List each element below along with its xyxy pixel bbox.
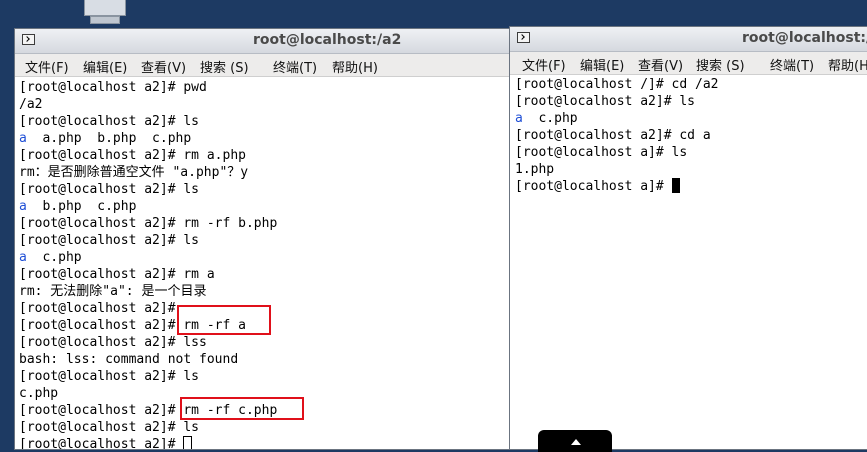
terminal-text: [root@localhost a2]# rm a.php — [19, 148, 246, 163]
terminal-line: a b.php c.php — [19, 198, 510, 215]
menu-search[interactable]: 搜索 (S) — [696, 55, 745, 74]
computer-desktop-icon[interactable] — [78, 0, 130, 26]
terminal-line: [root@localhost a2]# cd a — [515, 127, 867, 144]
terminal-line: [root@localhost /]# cd /a2 — [515, 76, 867, 93]
terminal-line: a c.php — [515, 110, 867, 127]
terminal-text: [root@localhost a2]# — [19, 301, 176, 316]
terminal-output[interactable]: [root@localhost /]# cd /a2 [root@localhos… — [512, 76, 867, 449]
terminal-line: rm: 无法删除"a": 是一个目录 — [19, 283, 510, 300]
monitor-base — [90, 16, 120, 24]
menubar: 文件(F) 编辑(E) 查看(V) 搜索 (S) 终端(T) 帮助(H) — [510, 52, 867, 75]
terminal-line: [root@localhost a2]# — [19, 436, 510, 449]
terminal-text: [root@localhost a2]# rm -rf b.php — [19, 216, 278, 231]
terminal-text: [root@localhost a2]# ls — [19, 420, 200, 435]
terminal-line: [root@localhost a2]# rm a.php — [19, 147, 510, 164]
terminal-line: [root@localhost a2]# pwd — [19, 79, 510, 96]
terminal-text: [root@localhost a]# ls — [515, 145, 688, 160]
terminal-text: /a2 — [19, 97, 43, 112]
menu-help[interactable]: 帮助(H) — [332, 57, 378, 76]
terminal-line: [root@localhost a2]# ls — [19, 181, 510, 198]
terminal-line: bash: lss: command not found — [19, 351, 510, 368]
text-cursor — [183, 436, 193, 449]
terminal-line: [root@localhost a2]# rm a — [19, 266, 510, 283]
directory-entry: a — [515, 111, 523, 126]
menu-search[interactable]: 搜索 (S) — [200, 57, 249, 76]
menu-help[interactable]: 帮助(H) — [828, 55, 867, 74]
terminal-text: c.php — [522, 111, 578, 126]
highlight-box-rm-rf-a — [177, 305, 271, 335]
terminal-text: [root@localhost a2]# ls — [515, 94, 696, 109]
terminal-text: rm：是否删除普通空文件 "a.php"？y — [19, 165, 249, 180]
terminal-line: /a2 — [19, 96, 510, 113]
terminal-text: [root@localhost a2]# ls — [19, 369, 200, 384]
directory-entry: a — [19, 131, 27, 146]
terminal-line: [root@localhost a2]# ls — [19, 232, 510, 249]
terminal-line: [root@localhost a2]# ls — [19, 113, 510, 130]
titlebar[interactable]: root@localhost:/a — [510, 27, 867, 52]
terminal-text: [root@localhost a2]# lss — [19, 335, 207, 350]
directory-entry: a — [19, 250, 27, 265]
terminal-text: c.php — [19, 386, 59, 401]
terminal-icon — [517, 32, 530, 43]
highlight-box-rm-rf-c-php — [180, 397, 304, 420]
terminal-output[interactable]: [root@localhost a2]# pwd/a2 [root@localho… — [17, 79, 510, 449]
menu-edit[interactable]: 编辑(E) — [83, 57, 127, 76]
terminal-line: [root@localhost a2]# rm -rf b.php — [19, 215, 510, 232]
menu-edit[interactable]: 编辑(E) — [580, 55, 624, 74]
titlebar[interactable]: root@localhost:/a2 — [15, 29, 512, 54]
panel-arrow-button[interactable] — [538, 430, 612, 452]
menu-file[interactable]: 文件(F) — [522, 55, 566, 74]
monitor-screen — [84, 0, 126, 16]
terminal-text: a.php b.php c.php — [26, 131, 192, 146]
terminal-line: [root@localhost a2]# ls — [515, 93, 867, 110]
terminal-text: bash: lss: command not found — [19, 352, 239, 367]
terminal-text: [root@localhost a2]# pwd — [19, 80, 207, 95]
terminal-line: [root@localhost a]# — [515, 178, 867, 195]
terminal-text: [root@localhost a]# — [515, 179, 672, 194]
terminal-line: [root@localhost a2]# ls — [19, 368, 510, 385]
menu-view[interactable]: 查看(V) — [638, 55, 683, 74]
terminal-window-left[interactable]: root@localhost:/a2 文件(F) 编辑(E) 查看(V) 搜索 … — [14, 28, 513, 450]
terminal-text: [root@localhost a2]# ls — [19, 114, 200, 129]
terminal-text: rm: 无法删除"a": 是一个目录 — [19, 284, 207, 299]
terminal-text: 1.php — [515, 162, 555, 177]
terminal-line: a c.php — [19, 249, 510, 266]
terminal-line: [root@localhost a2]# lss — [19, 334, 510, 351]
terminal-line: [root@localhost a]# ls — [515, 144, 867, 161]
text-cursor — [671, 178, 680, 193]
terminal-line: a a.php b.php c.php — [19, 130, 510, 147]
terminal-text: [root@localhost a2]# cd a — [515, 128, 711, 143]
menu-terminal[interactable]: 终端(T) — [770, 55, 814, 74]
directory-entry: a — [19, 199, 27, 214]
terminal-text: [root@localhost a2]# rm a — [19, 267, 215, 282]
terminal-line: [root@localhost a2]# ls — [19, 419, 510, 436]
terminal-window-right[interactable]: root@localhost:/a 文件(F) 编辑(E) 查看(V) 搜索 (… — [509, 26, 867, 450]
terminal-text: [root@localhost a2]# ls — [19, 233, 200, 248]
terminal-text: [root@localhost /]# cd /a2 — [515, 77, 719, 92]
window-title: root@localhost:/a — [742, 30, 867, 46]
terminal-icon — [22, 34, 35, 45]
menu-file[interactable]: 文件(F) — [25, 57, 69, 76]
terminal-text: [root@localhost a2]# ls — [19, 182, 200, 197]
terminal-text: b.php c.php — [26, 199, 137, 214]
menu-terminal[interactable]: 终端(T) — [273, 57, 317, 76]
terminal-line: 1.php — [515, 161, 867, 178]
terminal-text: c.php — [26, 250, 82, 265]
terminal-text: [root@localhost a2]# — [19, 437, 184, 449]
window-title: root@localhost:/a2 — [253, 32, 402, 48]
menubar: 文件(F) 编辑(E) 查看(V) 搜索 (S) 终端(T) 帮助(H) — [15, 54, 512, 77]
menu-view[interactable]: 查看(V) — [141, 57, 186, 76]
terminal-line: rm：是否删除普通空文件 "a.php"？y — [19, 164, 510, 181]
